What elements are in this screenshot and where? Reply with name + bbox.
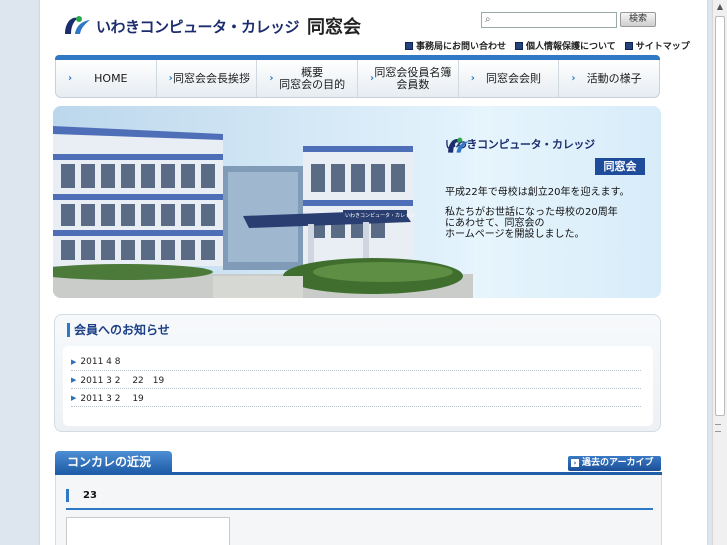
chevron-right-icon: › (269, 72, 274, 84)
news-divider (66, 508, 653, 510)
hero-badge: 同窓会 (595, 158, 645, 175)
notice-title: 会員へのお知らせ (67, 323, 170, 337)
hero-text-2: 私たちがお世話になった母校の20周年 にあわせて、同窓会の ホームページを開設し… (445, 207, 618, 240)
notice-item[interactable]: ▶ 2011 4 8 (71, 353, 641, 371)
main-nav: › HOME › 同窓会会長挨拶 › 概要 同窓会の目的 › 同窓会役員名簿 会員数 ›… (55, 60, 660, 98)
logo-mark-icon (62, 14, 94, 38)
notice-item-text: 2011 3 2 19 (80, 394, 144, 404)
link-sitemap-label: サイトマップ (635, 42, 690, 52)
utility-links: 事務局にお問い合わせ 個人情報保護について サイトマップ (405, 39, 690, 52)
chevron-right-icon: › (470, 72, 475, 84)
building-sign: いわきコンピュータ・カレッジ (345, 212, 415, 219)
vertical-scrollbar[interactable]: ▲ (712, 0, 727, 545)
site-logo[interactable]: いわきコンピュータ・カレッジ 同窓会 (62, 13, 361, 39)
news-panel: 23 (55, 475, 662, 545)
news-tab-title: コンカレの近況 (55, 451, 172, 473)
triangle-bullet-icon: ▶ (71, 393, 77, 402)
search-input[interactable] (482, 18, 616, 33)
chevron-right-icon: › (370, 72, 375, 84)
search-button[interactable]: 検索 (620, 12, 656, 27)
hero-text-1: 平成22年で母校は創立20年を迎えます。 (445, 187, 630, 198)
search-field[interactable]: ⌕ (481, 12, 617, 33)
link-privacy[interactable]: 個人情報保護について (515, 39, 616, 52)
nav-item-rules[interactable]: › 同窓会会則 (459, 60, 560, 97)
nav-item-activities[interactable]: › 活動の様子 (559, 60, 659, 97)
square-bullet-icon (624, 41, 633, 50)
logo-doso: 同窓会 (307, 17, 362, 38)
nav-item-label: 概要 同窓会の目的 (279, 65, 346, 91)
notice-item[interactable]: ▶ 2011 3 2 22 19 (71, 371, 641, 389)
notice-list: ▶ 2011 4 8 ▶ 2011 3 2 22 19 ▶ 2011 3 2 19 (63, 346, 653, 426)
notice-panel: 会員へのお知らせ ▶ 2011 4 8 ▶ 2011 3 2 22 19 ▶ 2011… (54, 314, 661, 432)
notice-item-text: 2011 4 8 (80, 356, 121, 367)
scrollbar-grip-icon (715, 424, 721, 432)
hero-logo: いわきコンピュータ・カレッジ (445, 136, 655, 153)
link-sitemap[interactable]: サイトマップ (624, 39, 690, 52)
square-bullet-icon (405, 41, 413, 50)
link-privacy-label: 個人情報保護について (526, 42, 616, 52)
square-bullet-icon (515, 41, 524, 50)
chevron-right-icon: › (168, 72, 173, 84)
logo-text: いわきコンピュータ・カレッジ (96, 17, 300, 36)
nav-item-label: 同窓会役員名簿 会員数 (374, 65, 452, 91)
hero-banner: いわきコンピュータ・カレッジ いわきコンピュータ・カレッジ 同窓会 平成22年で… (53, 106, 661, 298)
nav-item-home[interactable]: › HOME (56, 60, 157, 97)
scroll-up-icon[interactable]: ▲ (713, 0, 727, 14)
nav-item-label: 同窓会会則 (486, 71, 542, 85)
search-icon: ⌕ (485, 14, 491, 25)
triangle-bullet-icon: ▶ (71, 375, 77, 384)
chevron-right-icon: › (68, 72, 73, 84)
nav-item-officers[interactable]: › 同窓会役員名簿 会員数 (358, 60, 459, 97)
notice-item-text: 2011 3 2 22 19 (80, 376, 165, 386)
archive-button-label: 過去のアーカイブ (582, 458, 654, 468)
nav-item-label: 活動の様子 (586, 71, 642, 85)
nav-item-greeting[interactable]: › 同窓会会長挨拶 (157, 60, 258, 97)
link-contact[interactable]: 事務局にお問い合わせ (405, 39, 506, 52)
nav-item-overview[interactable]: › 概要 同窓会の目的 (257, 60, 359, 97)
chevron-right-icon: › (571, 459, 579, 467)
hero-text-block: いわきコンピュータ・カレッジ 同窓会 平成22年で母校は創立20年を迎えます。 … (445, 136, 655, 240)
news-image-box (66, 517, 230, 545)
nav-item-label: HOME (94, 71, 128, 85)
triangle-bullet-icon: ▶ (71, 357, 77, 366)
nav-item-label: 同窓会会長挨拶 (173, 71, 250, 85)
archive-button[interactable]: › 過去のアーカイブ (568, 456, 661, 471)
link-contact-label: 事務局にお問い合わせ (416, 42, 507, 52)
scrollbar-thumb[interactable] (715, 16, 725, 416)
chevron-right-icon: › (571, 72, 576, 84)
news-item-title[interactable]: 23 (66, 489, 97, 502)
logo-mark-icon (448, 137, 469, 153)
notice-item[interactable]: ▶ 2011 3 2 19 (71, 389, 641, 407)
